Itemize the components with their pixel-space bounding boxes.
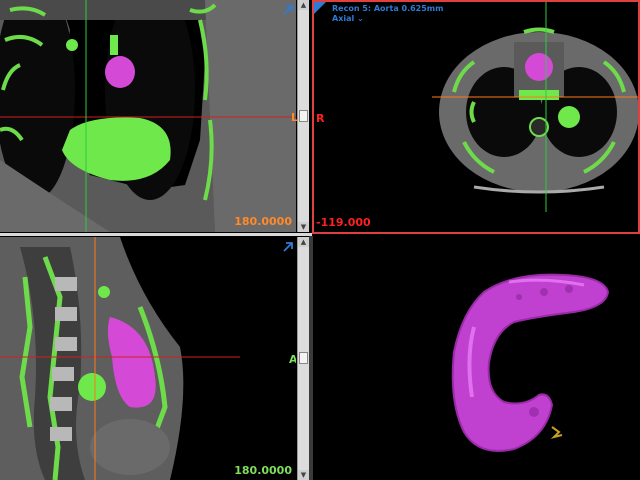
coronal-slice-value: 180.0000 [234, 215, 292, 228]
sagittal-side-label: A [289, 353, 296, 366]
axial-orientation-label: Axial [332, 14, 355, 23]
aorta-3d-render [314, 237, 640, 480]
axial-image [314, 2, 638, 232]
axial-orientation-selector[interactable]: Axial ⌄ [332, 14, 364, 23]
arrow-up-icon[interactable]: ▲ [298, 237, 309, 247]
vertical-divider[interactable] [309, 236, 313, 480]
sagittal-image [0, 237, 296, 480]
arrow-down-icon[interactable]: ▼ [298, 222, 309, 232]
arrow-up-icon[interactable]: ▲ [298, 0, 309, 10]
expand-arrow-icon[interactable] [282, 241, 294, 253]
expand-arrow-icon[interactable] [282, 4, 294, 16]
axial-right-label: R [316, 112, 325, 125]
sagittal-scrollbar[interactable]: ▲ ▼ [297, 237, 309, 480]
coronal-left-marker: L [291, 111, 299, 124]
coronal-scrollbar[interactable]: ▲ ▼ [297, 0, 309, 232]
arrow-down-icon[interactable]: ▼ [298, 470, 309, 480]
sagittal-slice-value: 180.0000 [234, 464, 292, 477]
axial-viewport[interactable]: Recon 5: Aorta 0.625mm Axial ⌄ L R -119.… [312, 0, 640, 234]
chevron-down-icon: ⌄ [357, 14, 364, 23]
coronal-viewport[interactable]: 180.0000 [0, 0, 296, 232]
axial-series-title: Recon 5: Aorta 0.625mm [332, 4, 444, 13]
axial-slice-value: -119.000 [316, 216, 371, 229]
horizontal-divider[interactable] [0, 233, 312, 236]
scrollbar-thumb[interactable] [299, 110, 308, 122]
scrollbar-thumb[interactable] [299, 352, 308, 364]
sagittal-viewport[interactable]: A 180.0000 [0, 237, 296, 480]
volume-3d-viewport[interactable] [314, 237, 640, 480]
coronal-image [0, 0, 296, 232]
